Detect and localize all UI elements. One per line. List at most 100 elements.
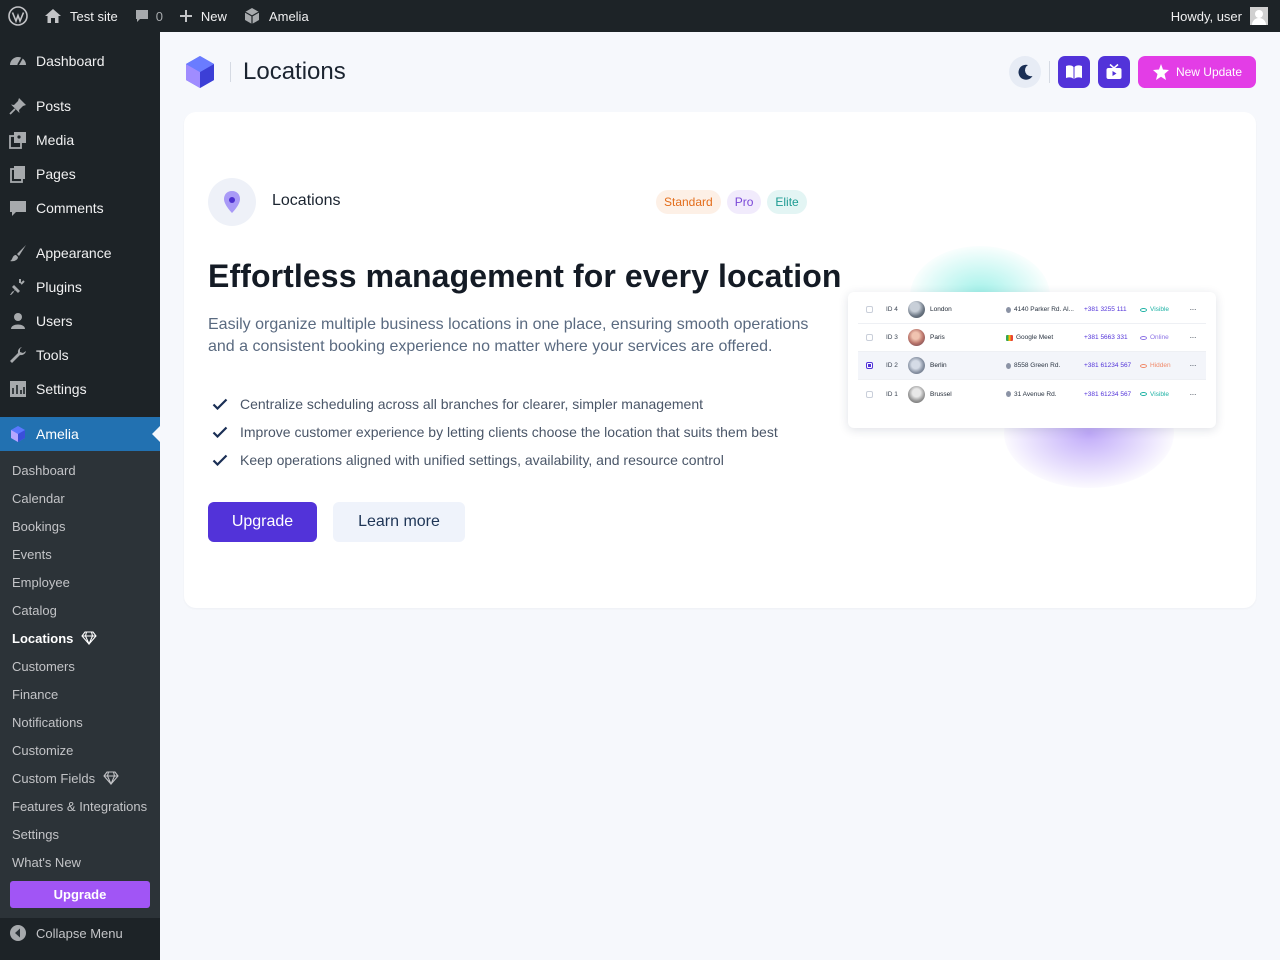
book-icon — [1065, 65, 1082, 79]
menu-users[interactable]: Users — [0, 304, 160, 338]
row-status: Visible — [1140, 391, 1169, 398]
menu-dashboard[interactable]: Dashboard — [0, 44, 160, 78]
row-address: 8558 Green Rd. — [1006, 362, 1060, 369]
submenu-customers[interactable]: Customers — [12, 656, 75, 676]
new-content-link[interactable]: New — [171, 0, 235, 32]
page-header: Locations New Update — [184, 52, 1256, 92]
diamond-icon — [103, 771, 119, 785]
site-name-link[interactable]: Test site — [36, 0, 126, 32]
submenu-label: Features & Integrations — [12, 798, 148, 814]
plan-badges: Standard Pro Elite — [656, 190, 807, 214]
row-id: ID 1 — [886, 390, 898, 398]
feature-card: Locations Standard Pro Elite Effortless … — [184, 112, 1256, 608]
menu-posts[interactable]: Posts — [0, 89, 160, 123]
submenu-label: Catalog — [12, 602, 57, 618]
location-avatar — [908, 385, 925, 403]
row-status: Online — [1140, 334, 1169, 341]
amelia-admin-link[interactable]: Amelia — [235, 0, 317, 32]
checkmark-icon — [212, 454, 228, 466]
new-update-button[interactable]: New Update — [1137, 56, 1256, 88]
settings-icon — [10, 381, 26, 397]
submenu-customize[interactable]: Customize — [12, 740, 73, 760]
preview-row: ID 4 London 4140 Parker Rd. Al... +381 3… — [858, 296, 1206, 324]
wrench-icon — [10, 347, 26, 363]
row-id: ID 3 — [886, 334, 898, 341]
pin-icon — [1006, 306, 1011, 313]
wordpress-logo-button[interactable] — [0, 0, 36, 32]
feature-headline: Effortless management for every location — [208, 258, 842, 294]
upgrade-button[interactable]: Upgrade — [208, 502, 317, 542]
learn-more-button[interactable]: Learn more — [333, 502, 465, 542]
submenu-employee[interactable]: Employee — [12, 572, 70, 592]
submenu-label: Notifications — [12, 714, 83, 730]
plus-icon — [179, 10, 192, 22]
submenu-calendar[interactable]: Calendar — [12, 488, 65, 508]
menu-label: Comments — [36, 200, 104, 216]
benefit-item: Improve customer experience by letting c… — [208, 418, 778, 446]
more-icon: ··· — [1189, 305, 1197, 314]
benefit-text: Improve customer experience by letting c… — [240, 424, 778, 440]
row-address-text: 31 Avenue Rd. — [1014, 390, 1057, 398]
video-tutorials-button[interactable] — [1097, 56, 1130, 88]
submenu-label: Calendar — [12, 490, 65, 506]
row-address-text: 4140 Parker Rd. Al... — [1014, 306, 1074, 313]
amelia-logo-icon — [11, 426, 25, 442]
row-id: ID 4 — [886, 306, 898, 313]
menu-amelia[interactable]: Amelia — [0, 417, 160, 451]
user-account-menu[interactable]: Howdy, user — [1163, 0, 1280, 32]
preview-row: ID 2 Berlin 8558 Green Rd. +381 61234 56… — [858, 352, 1206, 380]
menu-label: Tools — [36, 347, 69, 363]
submenu-notifications[interactable]: Notifications — [12, 712, 83, 732]
submenu-features-integrations[interactable]: Features & Integrations — [12, 796, 147, 816]
sidebar-upgrade-button[interactable]: Upgrade — [10, 881, 150, 908]
submenu-settings[interactable]: Settings — [12, 824, 59, 844]
menu-tools[interactable]: Tools — [0, 338, 160, 372]
site-name: Test site — [70, 8, 118, 24]
page-title: Locations — [243, 58, 346, 85]
comments-link[interactable]: 0 — [126, 0, 171, 32]
badge-standard: Standard — [656, 190, 721, 214]
submenu-catalog[interactable]: Catalog — [12, 600, 57, 620]
row-address: Google Meet — [1006, 334, 1053, 341]
admin-sidebar: Dashboard Posts Media Pages Comments App… — [0, 32, 160, 960]
amelia-logo-icon — [244, 8, 260, 24]
menu-plugins[interactable]: Plugins — [0, 270, 160, 304]
google-meet-icon — [1006, 334, 1013, 341]
menu-settings[interactable]: Settings — [0, 372, 160, 406]
menu-pages[interactable]: Pages — [0, 157, 160, 191]
media-icon — [9, 132, 26, 149]
eye-icon — [1140, 307, 1147, 312]
row-checkbox — [866, 390, 873, 398]
submenu-bookings[interactable]: Bookings — [12, 516, 65, 536]
submenu-label: Bookings — [12, 518, 66, 534]
documentation-button[interactable] — [1057, 56, 1090, 88]
row-id: ID 2 — [886, 362, 898, 369]
dark-mode-toggle[interactable] — [1008, 56, 1041, 88]
video-icon — [1106, 63, 1122, 79]
locations-preview-table: ID 4 London 4140 Parker Rd. Al... +381 3… — [848, 292, 1216, 428]
greeting: Howdy, user — [1170, 8, 1242, 24]
benefits-list: Centralize scheduling across all branche… — [208, 390, 778, 474]
submenu-dashboard[interactable]: Dashboard — [12, 460, 76, 480]
feature-icon-container — [208, 178, 256, 226]
submenu-finance[interactable]: Finance — [12, 684, 58, 704]
pin-icon — [1006, 391, 1011, 397]
menu-comments[interactable]: Comments — [0, 191, 160, 225]
header-divider — [230, 62, 231, 82]
benefit-item: Keep operations aligned with unified set… — [208, 446, 778, 474]
submenu-events[interactable]: Events — [12, 544, 52, 564]
collapse-menu-button[interactable]: Collapse Menu — [0, 916, 160, 950]
pages-icon — [10, 166, 25, 183]
row-checkbox — [866, 362, 873, 369]
diamond-icon — [81, 631, 98, 645]
menu-media[interactable]: Media — [0, 123, 160, 157]
submenu-whats-new[interactable]: What's New — [12, 852, 81, 872]
row-checkbox — [866, 306, 873, 313]
row-address: 4140 Parker Rd. Al... — [1006, 306, 1074, 313]
row-phone: +381 61234 567 — [1084, 362, 1132, 369]
submenu-custom-fields[interactable]: Custom Fields — [12, 768, 119, 788]
submenu-locations[interactable]: Locations — [12, 628, 98, 648]
menu-appearance[interactable]: Appearance — [0, 236, 160, 270]
row-status: Visible — [1140, 306, 1169, 313]
amelia-logo-icon — [186, 56, 214, 88]
